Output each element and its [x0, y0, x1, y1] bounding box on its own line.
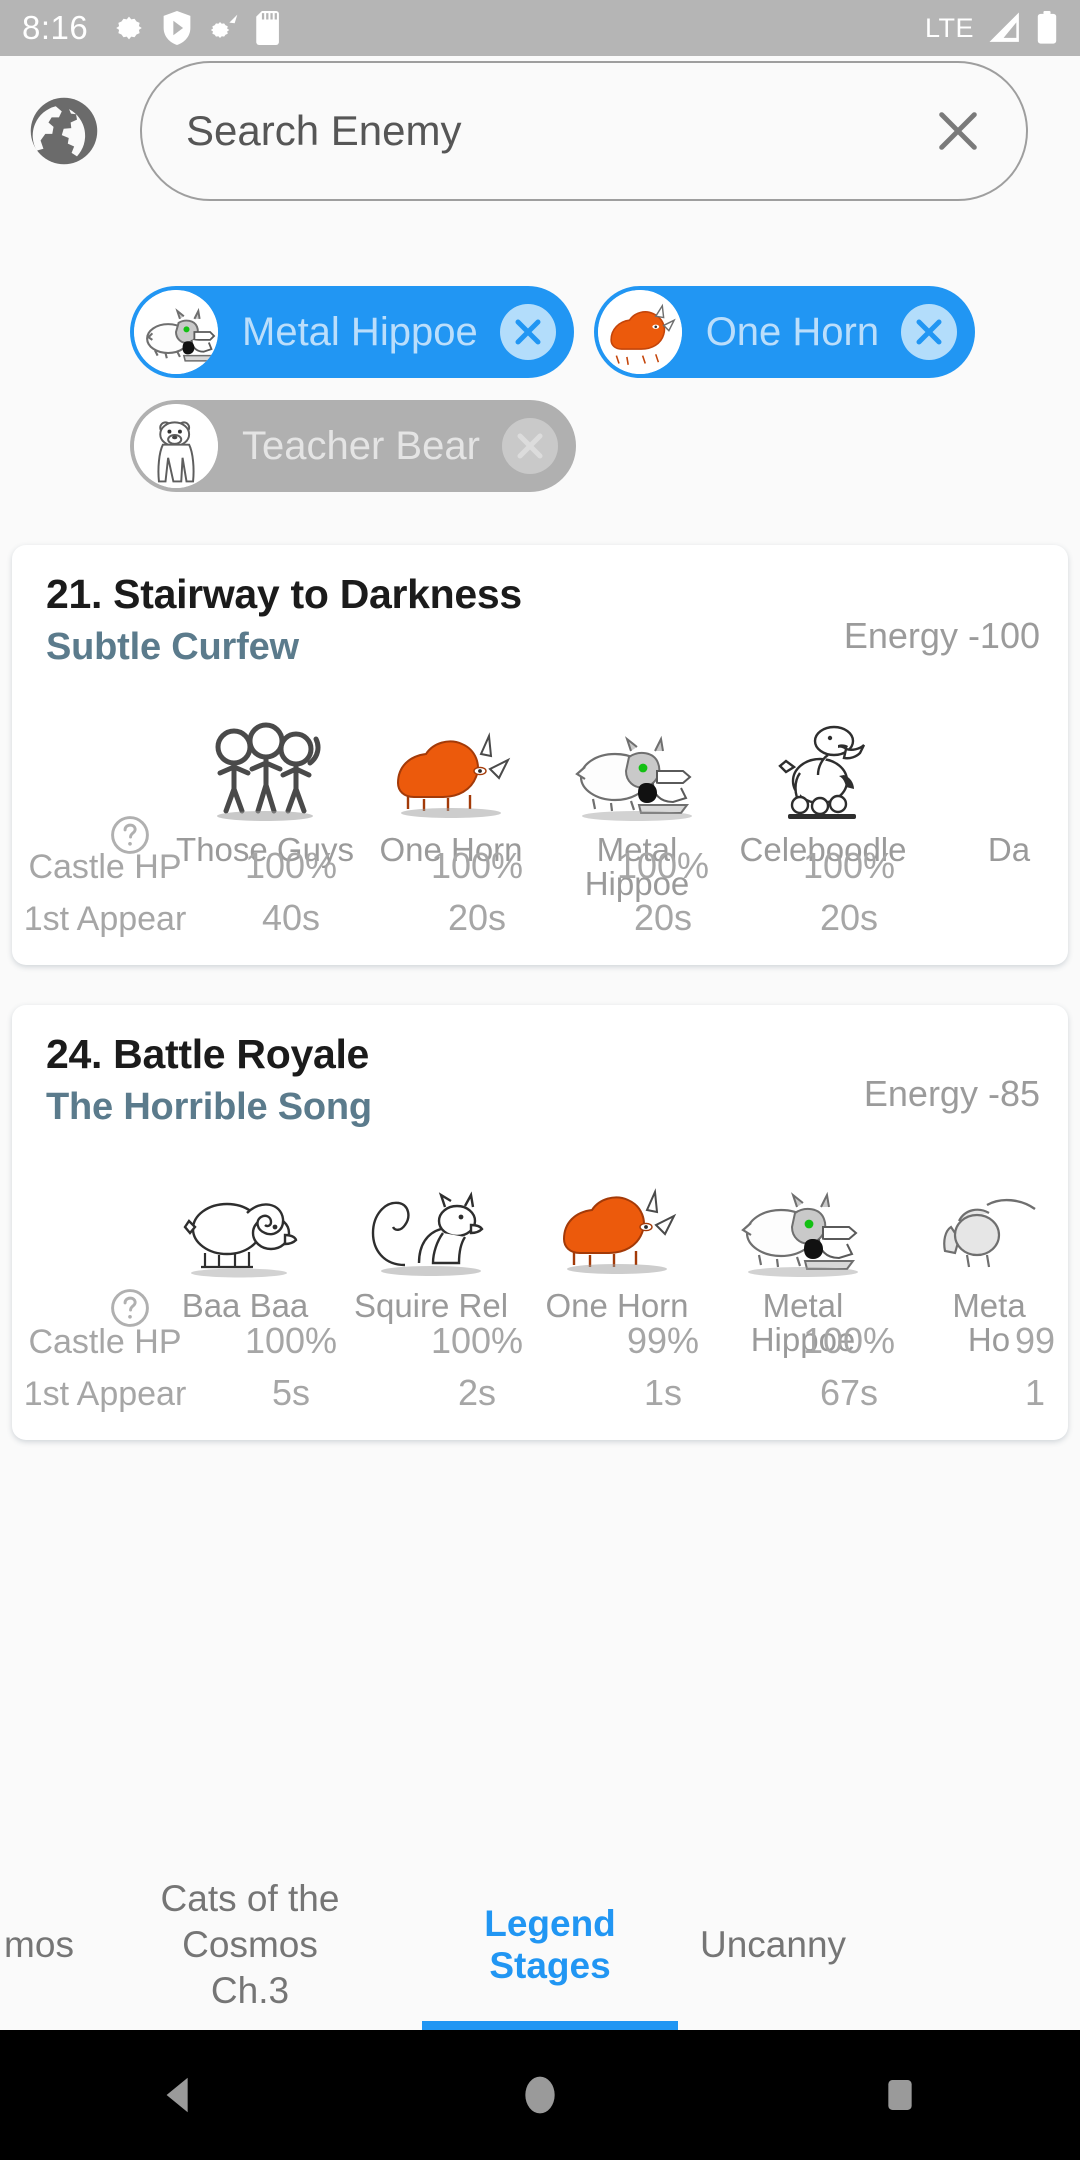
tab-active-underline [422, 2021, 678, 2030]
castle-hp-value: 100% [244, 845, 338, 886]
metal-hippoe-sprite-icon [562, 713, 712, 831]
filter-chip-teacher-bear[interactable]: Teacher Bear [130, 400, 576, 492]
app-screen: 8:16 LTE Search Enemy Metal Hippoe One H… [0, 0, 1080, 2160]
castle-hp-label: Castle HP [28, 848, 182, 886]
gear-icon [112, 11, 146, 45]
help-circle-icon[interactable] [108, 1286, 152, 1330]
status-bar-time: 8:16 [22, 9, 89, 46]
tab-legend-stages[interactable]: Legend Stages [422, 1860, 678, 2030]
stage-card-header: 21. Stairway to Darkness Subtle Curfew E… [12, 545, 1068, 669]
sd-card-icon [256, 11, 282, 45]
tab-label: mos [4, 1924, 74, 1965]
first-appear-label: 1st Appear [23, 900, 187, 938]
castle-hp-value: 100% [616, 845, 710, 886]
one-horn-sprite-icon [376, 713, 526, 831]
filter-chip-label: Teacher Bear [242, 423, 480, 468]
status-bar: 8:16 LTE [0, 0, 1080, 56]
first-appear-value: 20s [447, 897, 507, 938]
settings-beam-icon [208, 11, 240, 45]
first-appear-value: 20s [633, 897, 693, 938]
tab-label: Legend Stages [484, 1903, 616, 1986]
stage-card[interactable]: 24. Battle Royale The Horrible Song Ener… [12, 1005, 1068, 1440]
castle-hp-row: Castle HP 100% 100% 99% 100% 99 [12, 1320, 1068, 1362]
stage-card[interactable]: 21. Stairway to Darkness Subtle Curfew E… [12, 545, 1068, 965]
metal-hippoe-sprite-icon [728, 1169, 878, 1287]
squire-rel-sprite-icon [356, 1169, 506, 1287]
castle-hp-value: 100% [430, 1320, 524, 1361]
first-appear-value: 2s [457, 1372, 497, 1413]
battery-icon [1036, 11, 1058, 45]
castle-hp-row: Castle HP 100% 100% 100% 100% [12, 845, 1068, 887]
cutoff-sprite-icon [934, 713, 1068, 831]
stage-stats: Castle HP 100% 100% 100% 100% 1st Appear… [12, 816, 1068, 939]
enemy-name: Baa Baa [181, 1287, 309, 1324]
stage-card-header: 24. Battle Royale The Horrible Song Ener… [12, 1005, 1068, 1129]
those-guys-sprite-icon [190, 713, 340, 831]
close-circle-icon[interactable] [499, 304, 556, 360]
filter-chip-label: One Horn [705, 309, 880, 354]
filter-chip-label: Metal Hippoe [242, 309, 478, 354]
tab-cats-of-the-cosmos-ch3[interactable]: Cats of the Cosmos Ch.3 [78, 1860, 422, 2030]
filter-chip-metal-hippoe[interactable]: Metal Hippoe [130, 286, 574, 378]
first-appear-label: 1st Appear [23, 1375, 187, 1413]
signal-icon [986, 11, 1024, 45]
first-appear-value: 1s [643, 1372, 683, 1413]
status-bar-notification-icons [112, 11, 282, 45]
one-horn-sprite-icon [542, 1169, 692, 1287]
enemy-name: Squire Rel [353, 1287, 509, 1324]
castle-hp-value: 100% [244, 1320, 338, 1361]
search-bar-row: Search Enemy [0, 56, 1080, 206]
first-appear-value: 20s [819, 897, 879, 938]
filter-chip-list: Metal Hippoe One Horn Teacher Bear [0, 286, 1080, 492]
castle-hp-label: Castle HP [28, 1323, 182, 1361]
stage-energy: Energy -85 [863, 1073, 1040, 1114]
first-appear-row: 1st Appear 40s 20s 20s 20s [12, 897, 1068, 939]
globe-icon[interactable] [24, 91, 104, 171]
castle-hp-value: 100% [802, 845, 896, 886]
status-bar-system-icons: LTE [925, 11, 1058, 45]
celeboodle-sprite-icon [748, 713, 898, 831]
one-horn-avatar-icon [597, 290, 682, 374]
stage-title: 24. Battle Royale [46, 1031, 370, 1077]
close-circle-icon[interactable] [901, 304, 958, 360]
first-appear-value: 40s [261, 897, 321, 938]
tab-cosmos-prev[interactable]: mos [0, 1860, 78, 2030]
home-circle-icon[interactable] [470, 2030, 610, 2160]
filter-chip-one-horn[interactable]: One Horn [593, 286, 976, 378]
teacher-bear-avatar-icon [134, 404, 218, 488]
stage-energy: Energy -100 [843, 615, 1040, 656]
tab-uncanny[interactable]: Uncanny [678, 1860, 856, 2030]
first-appear-row: 1st Appear 5s 2s 1s 67s 1 [12, 1372, 1068, 1414]
enemy-name: One Horn [545, 1287, 689, 1324]
metal-cutoff-sprite-icon [914, 1169, 1064, 1287]
android-navigation-bar [0, 2030, 1080, 2160]
help-circle-icon[interactable] [108, 813, 152, 857]
castle-hp-value: 100% [430, 845, 524, 886]
first-appear-value: 5s [271, 1372, 311, 1413]
tab-label: Cats of the Cosmos Ch.3 [160, 1877, 340, 2012]
first-appear-value: 67s [819, 1372, 879, 1413]
recents-square-icon[interactable] [830, 2030, 970, 2160]
shield-play-icon [162, 11, 192, 45]
status-bar-network-label: LTE [924, 12, 974, 43]
search-input-container[interactable]: Search Enemy [140, 61, 1028, 201]
close-icon[interactable] [926, 99, 990, 163]
chapter-tab-bar: mos Cats of the Cosmos Ch.3 Legend Stage… [0, 1860, 1080, 2030]
castle-hp-value: 99% [626, 1320, 700, 1361]
back-triangle-icon[interactable] [110, 2030, 250, 2160]
castle-hp-value: 100% [802, 1320, 896, 1361]
close-circle-icon[interactable] [501, 418, 558, 474]
first-appear-value: 1 [1024, 1372, 1046, 1413]
tab-label: Uncanny [700, 1924, 847, 1965]
metal-hippoe-avatar-icon [134, 290, 218, 374]
search-input[interactable]: Search Enemy [186, 107, 926, 155]
baa-baa-sprite-icon [170, 1169, 320, 1287]
stage-title: 21. Stairway to Darkness [46, 571, 522, 617]
stage-stats: Castle HP 100% 100% 99% 100% 99 1st Appe… [12, 1289, 1068, 1414]
castle-hp-value: 99 [1014, 1320, 1056, 1361]
